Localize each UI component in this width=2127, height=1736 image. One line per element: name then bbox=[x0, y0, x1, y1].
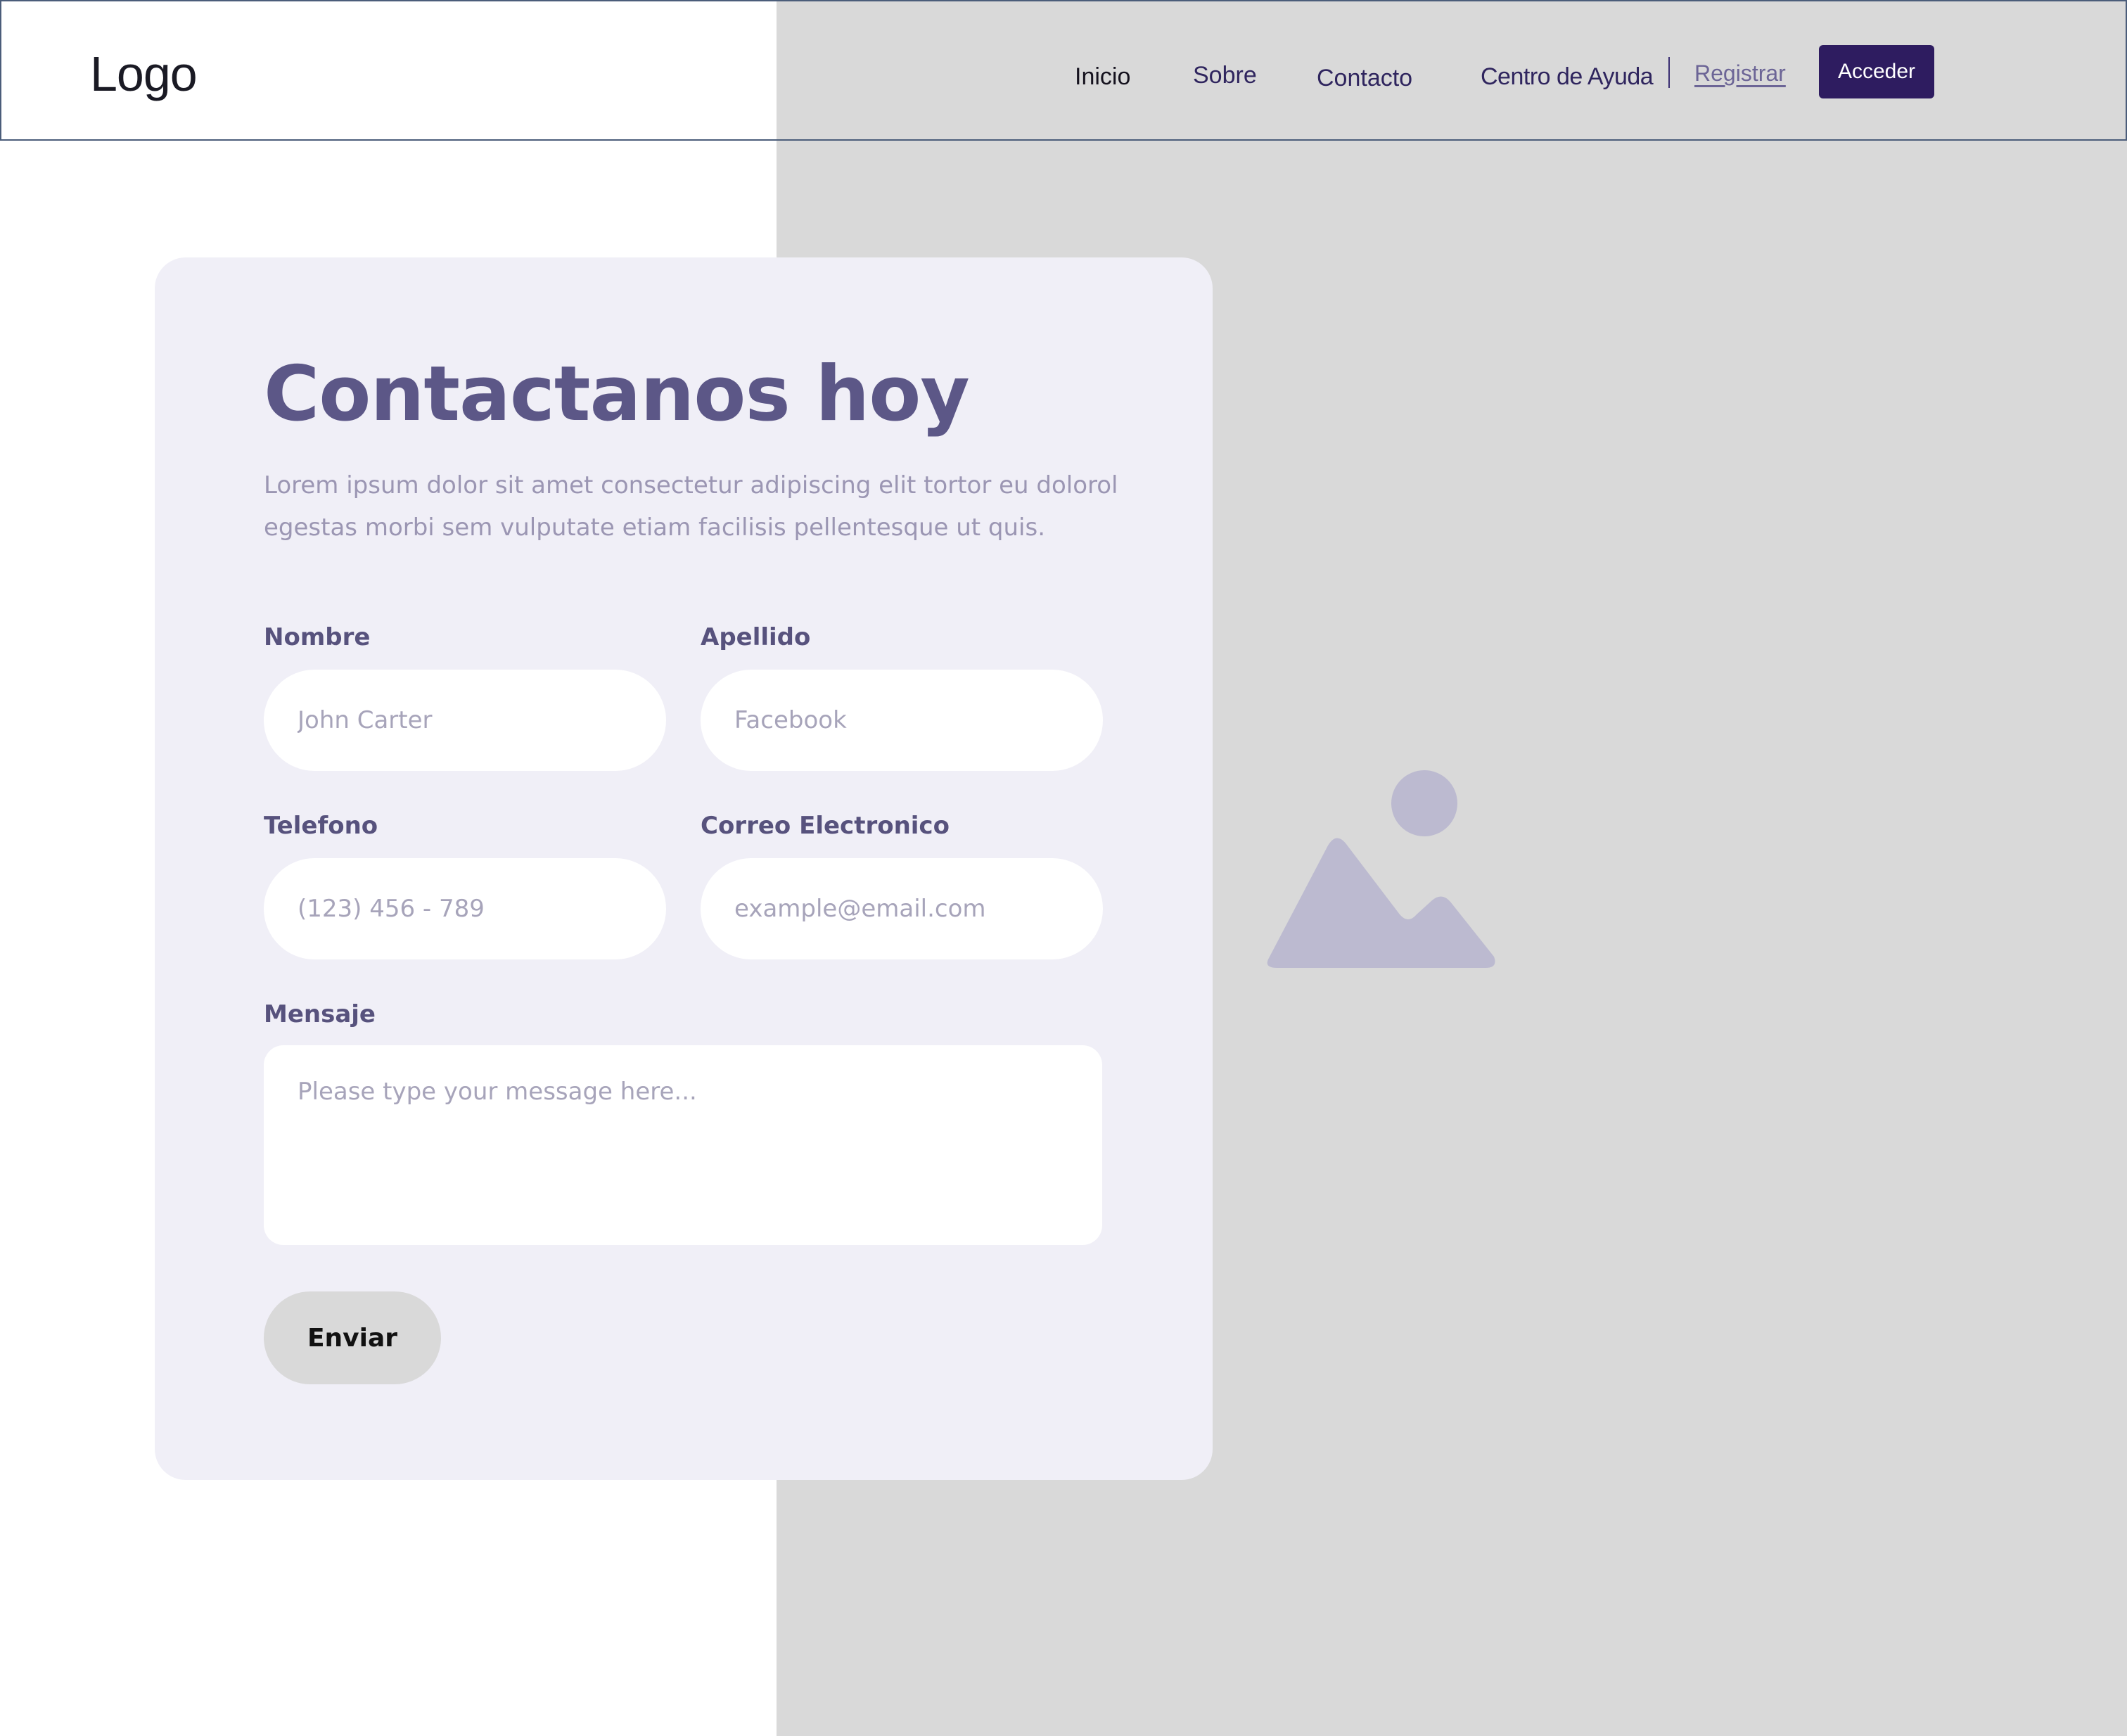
image-placeholder-icon bbox=[1267, 770, 1495, 968]
page-title: Contactanos hoy bbox=[264, 350, 970, 438]
email-input[interactable] bbox=[701, 858, 1103, 959]
submit-button[interactable]: Enviar bbox=[264, 1291, 441, 1384]
register-link[interactable]: Registrar bbox=[1694, 58, 1786, 88]
nav-link-inicio[interactable]: Inicio bbox=[1075, 61, 1130, 92]
phone-label: Telefono bbox=[264, 812, 378, 840]
page-description: Lorem ipsum dolor sit amet consectetur a… bbox=[264, 471, 1118, 542]
last-name-input[interactable] bbox=[701, 670, 1103, 771]
last-name-label: Apellido bbox=[701, 623, 811, 651]
image-placeholder-mountain-shape bbox=[1267, 838, 1495, 968]
message-label: Mensaje bbox=[264, 1000, 376, 1028]
phone-input[interactable] bbox=[264, 858, 666, 959]
nav-link-centro-de-ayuda[interactable]: Centro de Ayuda bbox=[1481, 61, 1654, 92]
contact-page: Logo Inicio Sobre Contacto Centro de Ayu… bbox=[0, 0, 2127, 1736]
email-label: Correo Electronico bbox=[701, 812, 950, 840]
nav-link-sobre[interactable]: Sobre bbox=[1193, 60, 1257, 91]
login-button[interactable]: Acceder bbox=[1819, 45, 1934, 98]
first-name-label: Nombre bbox=[264, 623, 371, 651]
message-textarea[interactable] bbox=[264, 1045, 1102, 1245]
image-placeholder-sun-shape bbox=[1391, 770, 1457, 836]
nav-link-contacto[interactable]: Contacto bbox=[1317, 63, 1412, 94]
logo[interactable]: Logo bbox=[90, 42, 198, 106]
nav-divider bbox=[1668, 57, 1670, 88]
contact-form-card: Contactanos hoy Lorem ipsum dolor sit am… bbox=[155, 257, 1213, 1480]
first-name-input[interactable] bbox=[264, 670, 666, 771]
top-navigation-bar: Logo Inicio Sobre Contacto Centro de Ayu… bbox=[0, 0, 2127, 141]
